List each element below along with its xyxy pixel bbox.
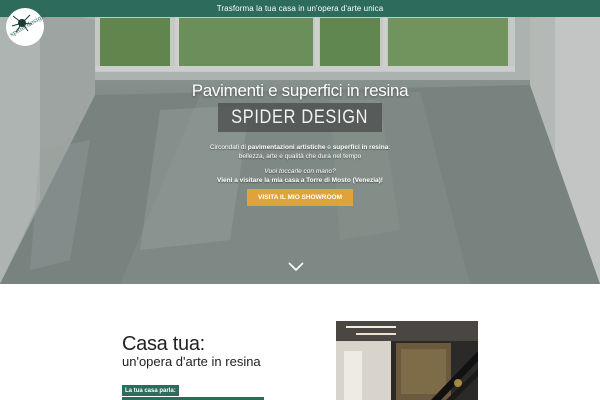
visit-showroom-button[interactable]: VISITA IL MIO SHOWROOM bbox=[247, 189, 353, 206]
section-label: La tua casa parla: bbox=[122, 385, 179, 396]
hero-intro-mid: e bbox=[325, 144, 333, 151]
interior-photo bbox=[336, 321, 478, 400]
hero-intro-suffix: : bbox=[388, 144, 391, 151]
hero-visit-question: Vuoi toccarle con mano? bbox=[264, 168, 336, 175]
hero-title: Pavimenti e superfici in resina bbox=[191, 81, 409, 100]
brand-box: SPIDER DESIGN bbox=[218, 103, 382, 132]
hero-visit-invite: Vieni a visitare la mia casa a Torre di … bbox=[217, 177, 383, 184]
section-subtitle: un'opera d'arte in resina bbox=[122, 354, 261, 369]
announcement-bar: Trasforma la tua casa in un'opera d'arte… bbox=[0, 0, 600, 17]
hero-intro-text: Circondati di pavimentazioni artistiche … bbox=[0, 143, 600, 161]
hero-overlay bbox=[0, 0, 600, 284]
hero-intro-line2: bellezza, arte e qualità che dura nel te… bbox=[238, 153, 362, 160]
chevron-down-icon[interactable] bbox=[288, 262, 304, 272]
intro-section: Casa tua: un'opera d'arte in resina La t… bbox=[0, 284, 600, 400]
hero-visit-text: Vuoi toccarle con mano? Vieni a visitare… bbox=[0, 167, 600, 185]
brand-name: SPIDER DESIGN bbox=[231, 106, 369, 128]
section-title: Casa tua: bbox=[122, 333, 205, 355]
hero-intro-bold-2: superfici in resina bbox=[332, 144, 389, 151]
announcement-text: Trasforma la tua casa in un'opera d'arte… bbox=[216, 4, 384, 13]
hero-intro-bold-1: pavimentazioni artistiche bbox=[247, 144, 326, 151]
hero-intro-prefix: Circondati di bbox=[209, 144, 248, 151]
hero-section: Pavimenti e superfici in resina SPIDER D… bbox=[0, 0, 600, 284]
